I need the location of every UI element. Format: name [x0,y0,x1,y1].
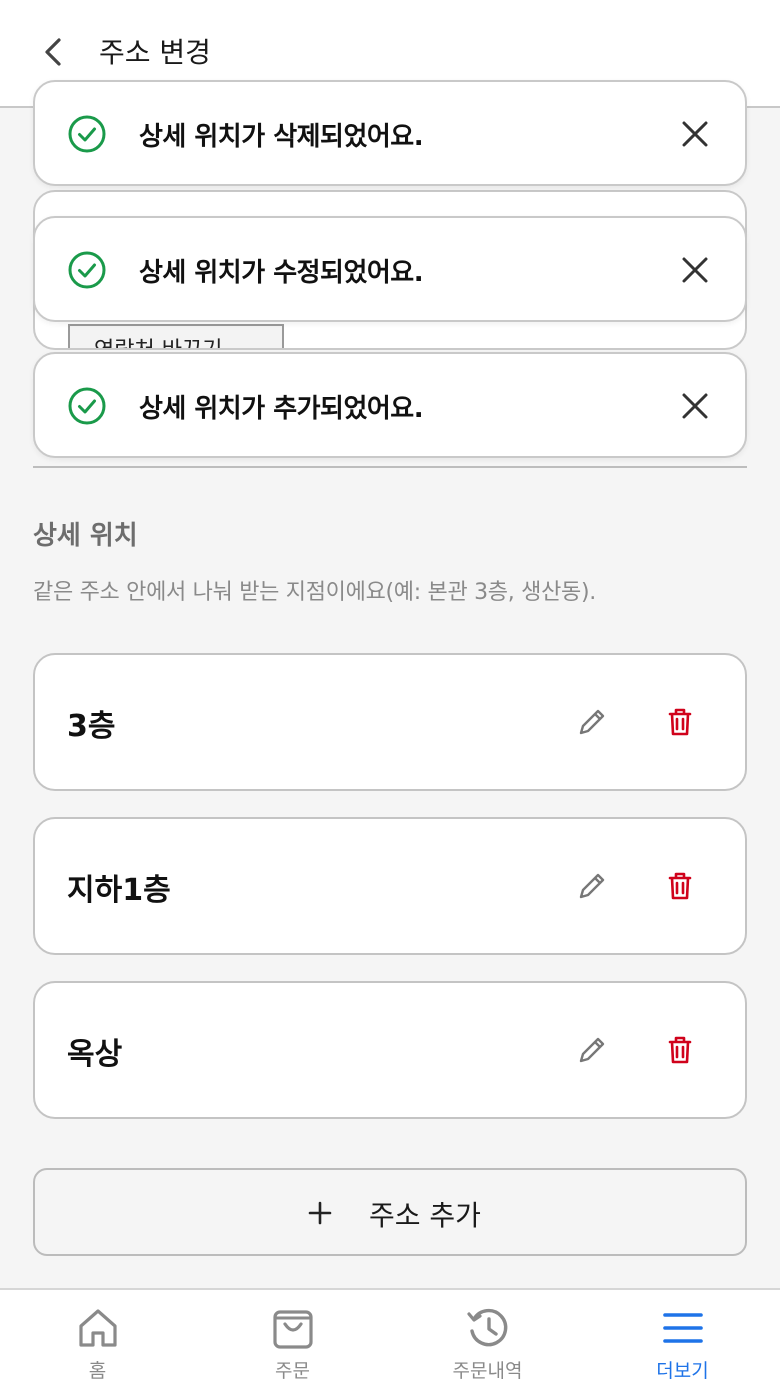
tab-home[interactable]: 홈 [0,1290,195,1386]
toast-deleted: 상세 위치가 삭제되었어요. [33,80,747,186]
tab-order[interactable]: 주문 [195,1290,390,1386]
tab-more[interactable]: 더보기 [585,1290,780,1386]
toast-message: 상세 위치가 추가되었어요. [139,394,424,424]
check-circle-icon [68,251,106,289]
change-contact-button[interactable]: 연락처 바꾸기 [68,324,284,348]
location-name: 지하1층 [67,873,171,908]
tab-label: 주문 [275,1360,310,1382]
home-icon [79,1309,117,1347]
page-title: 주소 변경 [99,36,211,69]
tab-order-history[interactable]: 주문내역 [390,1290,585,1386]
close-icon[interactable] [679,254,711,286]
section-divider [33,466,747,468]
menu-icon [663,1313,703,1343]
tab-label: 더보기 [656,1360,709,1382]
trash-icon[interactable] [663,1033,697,1067]
add-address-button[interactable]: 주소 추가 [33,1168,747,1256]
check-circle-icon [68,115,106,153]
pencil-icon[interactable] [575,1033,609,1067]
pencil-icon[interactable] [575,705,609,739]
add-address-label: 주소 추가 [369,1199,481,1232]
trash-icon[interactable] [663,869,697,903]
section-title: 상세 위치 [33,521,138,551]
pencil-icon[interactable] [575,869,609,903]
close-icon[interactable] [679,118,711,150]
toast-added: 상세 위치가 추가되었어요. [33,352,747,458]
toast-edited: 상세 위치가 수정되었어요. [33,216,747,322]
tab-label: 주문내역 [452,1360,523,1382]
bag-icon [273,1310,313,1349]
plus-icon [308,1201,332,1225]
check-circle-icon [68,387,106,425]
location-card: 옥상 [33,981,747,1119]
back-arrow-icon[interactable] [34,32,74,72]
bottom-tab-bar: 홈 주문 주문내역 더보기 [0,1288,780,1386]
location-card: 지하1층 [33,817,747,955]
location-name: 3층 [67,709,116,744]
location-card: 3층 [33,653,747,791]
tab-label: 홈 [88,1360,107,1382]
section-description: 같은 주소 안에서 나눠 받는 지점이에요(예: 본관 3층, 생산동). [33,580,596,605]
toast-message: 상세 위치가 삭제되었어요. [139,122,424,152]
history-icon [467,1308,508,1347]
toast-message: 상세 위치가 수정되었어요. [139,258,424,288]
location-name: 옥상 [67,1037,123,1072]
close-icon[interactable] [679,390,711,422]
trash-icon[interactable] [663,705,697,739]
